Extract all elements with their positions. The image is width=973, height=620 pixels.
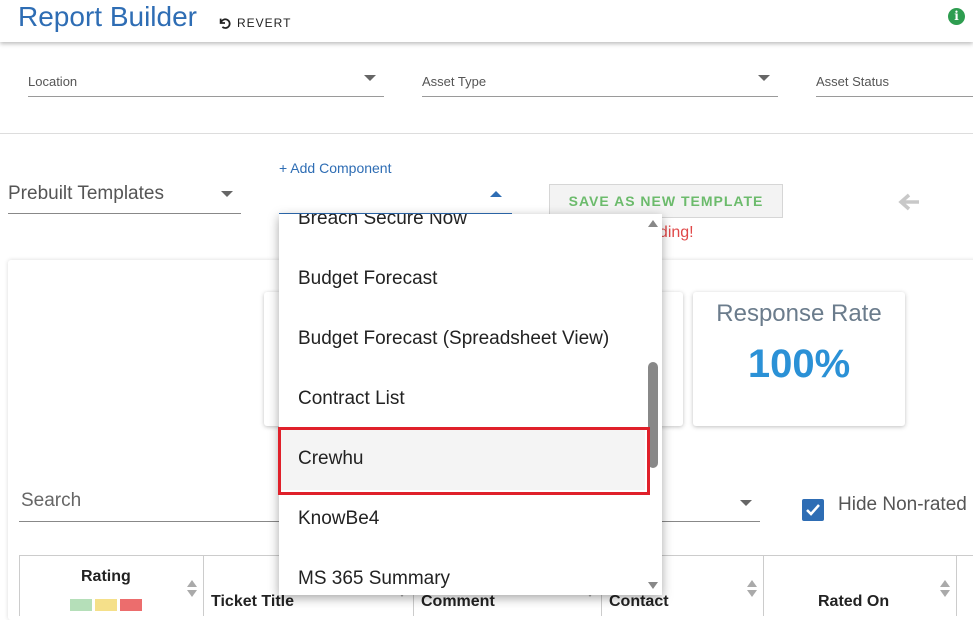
response-rate-card: Response Rate 100%	[693, 292, 905, 426]
rating-swatch-good	[70, 599, 92, 611]
hide-non-rated-checkbox[interactable]	[802, 499, 824, 521]
page-title: Report Builder	[18, 1, 197, 32]
dropdown-option[interactable]: MS 365 Summary	[279, 550, 645, 595]
option-label: Contract List	[298, 388, 405, 409]
prebuilt-templates-select[interactable]: Prebuilt Templates	[8, 178, 241, 214]
revert-label: REVERT	[237, 16, 292, 30]
dropdown-option[interactable]: Contract List	[279, 370, 645, 430]
response-rate-value: 100%	[747, 342, 851, 386]
column-header-label: Rating	[81, 568, 131, 585]
dropdown-option[interactable]: Budget Forecast	[279, 250, 645, 310]
column-header-label: Contact	[609, 593, 669, 610]
dropdown-scrollbar[interactable]	[645, 214, 662, 595]
chevron-down-icon	[758, 75, 770, 81]
column-header-label: Ticket Title	[211, 593, 294, 610]
option-label: MS 365 Summary	[298, 568, 451, 589]
dropdown-option[interactable]: Budget Forecast (Spreadsheet View)	[279, 310, 645, 370]
add-component-link[interactable]: + Add Component	[279, 160, 391, 176]
chevron-down-icon	[740, 500, 752, 506]
rating-swatch-neutral	[95, 599, 117, 611]
scrollbar-thumb[interactable]	[648, 362, 658, 468]
undo-icon	[219, 18, 231, 29]
search-input[interactable]	[19, 489, 283, 513]
column-header-rating[interactable]: Rating	[20, 556, 204, 616]
column-header-rated-on[interactable]: Rated On	[763, 556, 957, 616]
rating-swatch-bad	[120, 599, 142, 611]
location-select[interactable]: Location	[28, 66, 384, 97]
option-label: Budget Forecast	[298, 268, 438, 289]
component-select[interactable]	[279, 182, 512, 215]
location-label: Location	[28, 74, 78, 89]
arrow-left-icon[interactable]	[897, 192, 921, 212]
asset-type-select[interactable]: Asset Type	[422, 66, 778, 97]
sort-icon	[940, 580, 950, 598]
dropdown-option[interactable]: KnowBe4	[279, 490, 645, 550]
asset-status-label: Asset Status	[816, 74, 889, 89]
response-rate-title: Response Rate	[716, 300, 882, 327]
option-label: Budget Forecast (Spreadsheet View)	[298, 328, 610, 349]
column-header-label: Comment	[421, 593, 495, 610]
scroll-down-icon[interactable]	[648, 582, 658, 589]
component-dropdown-menu: Breach Secure Now Budget Forecast Budget…	[279, 214, 662, 595]
hide-non-rated-label: Hide Non-rated	[838, 494, 967, 515]
check-icon	[806, 504, 820, 516]
dropdown-option-highlighted[interactable]: Crewhu	[279, 430, 645, 490]
info-icon[interactable]: i	[948, 8, 965, 25]
dropdown-option[interactable]: Breach Secure Now	[279, 214, 645, 250]
option-label: KnowBe4	[298, 508, 380, 529]
sort-icon	[747, 580, 757, 598]
asset-type-label: Asset Type	[422, 74, 487, 89]
sort-icon	[187, 580, 197, 598]
save-as-new-template-button[interactable]: SAVE AS NEW TEMPLATE	[549, 184, 783, 218]
scroll-up-icon[interactable]	[648, 220, 658, 227]
option-label: Breach Secure Now	[298, 214, 467, 229]
app-header: Report Builder REVERT i	[0, 0, 973, 42]
divider	[0, 133, 973, 134]
column-header-label: Rated On	[818, 593, 890, 610]
chevron-up-icon	[490, 191, 502, 197]
asset-status-select[interactable]: Asset Status	[816, 66, 973, 97]
chevron-down-icon	[221, 191, 233, 197]
option-label: Crewhu	[298, 448, 364, 469]
chevron-down-icon	[364, 75, 376, 81]
prebuilt-templates-label: Prebuilt Templates	[8, 183, 164, 204]
revert-button[interactable]: REVERT	[218, 16, 291, 30]
